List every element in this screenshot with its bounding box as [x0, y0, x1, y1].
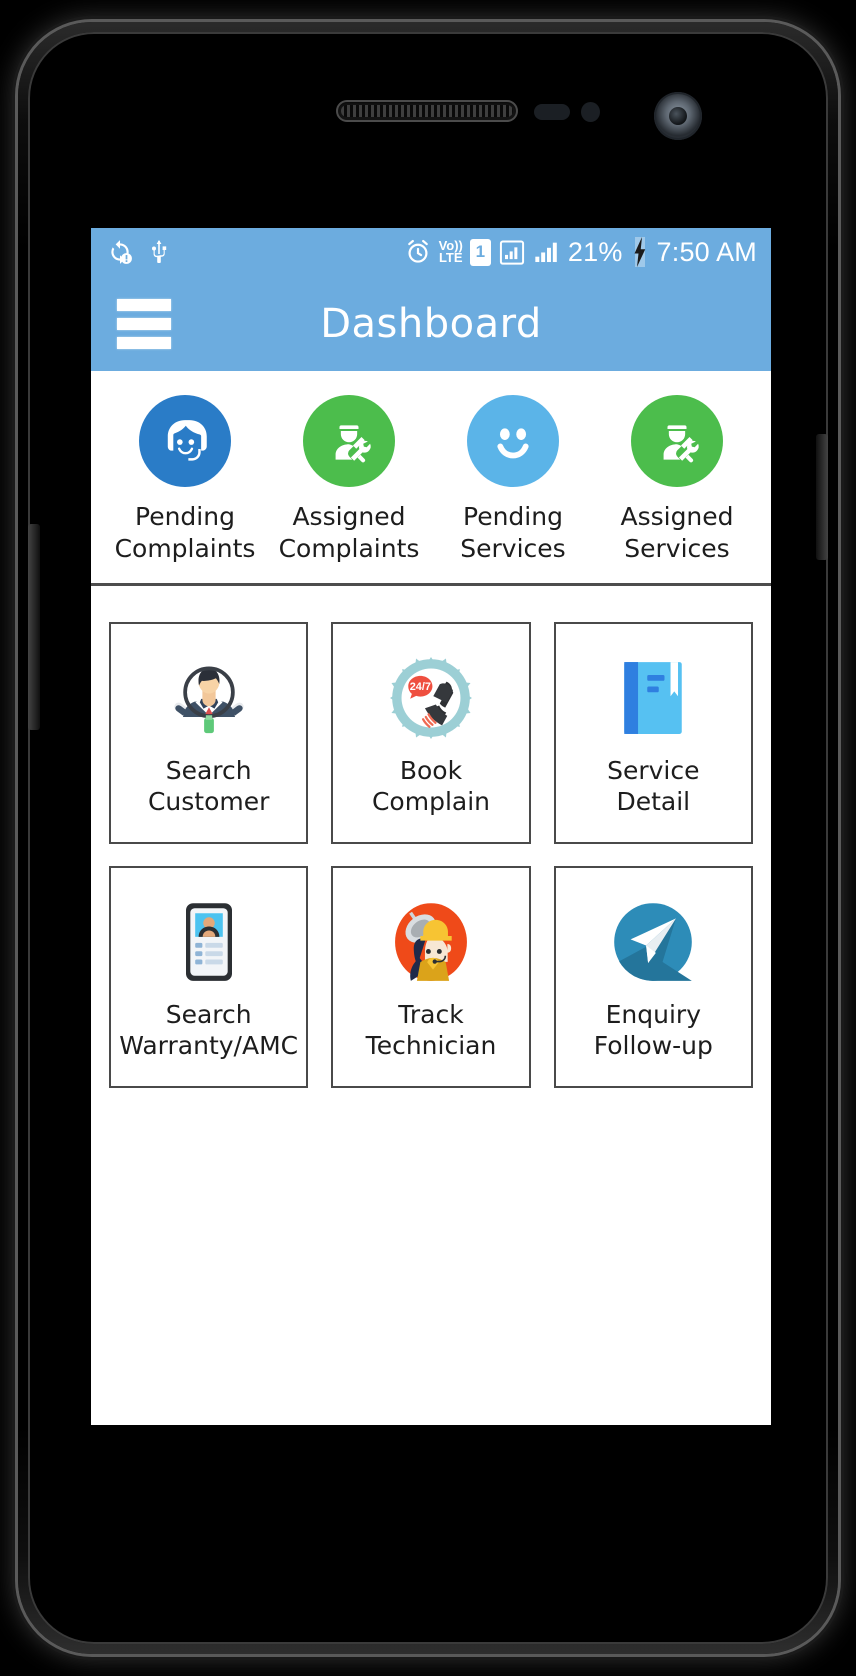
usb-icon	[152, 240, 167, 263]
tile-label: Search Customer	[147, 756, 270, 816]
tile-label: Search Warranty/AMC	[119, 1000, 299, 1060]
tile-enquiry-follow-up[interactable]: Enquiry Follow-up	[553, 866, 753, 1088]
app-bar: Dashboard	[91, 276, 771, 371]
stat-label: Assigned Complaints	[278, 502, 420, 563]
smiley-face-icon	[467, 395, 559, 487]
tile-search-warranty-amc[interactable]: Search Warranty/AMC	[109, 866, 309, 1088]
status-bar: Vo)) LTE 1 21% 7:50 AM	[91, 228, 771, 276]
stat-label: Pending Complaints	[114, 502, 256, 563]
tile-label: Service Detail	[607, 756, 700, 816]
tile-label: Track Technician	[365, 1000, 497, 1060]
stat-assigned-services[interactable]: Assigned Services	[595, 395, 759, 565]
ambient-light-sensor	[581, 102, 600, 122]
dashboard-tile-grid: Search Customer 24/7 Book Complain Servi…	[91, 586, 771, 1088]
signal-sim2-icon	[535, 242, 557, 263]
sync-problem-icon	[111, 240, 132, 264]
magnifier-businessman-icon	[159, 648, 259, 748]
signal-sim1-icon	[499, 240, 524, 265]
stat-assigned-complaints[interactable]: Assigned Complaints	[267, 395, 431, 565]
hamburger-bar-2	[117, 317, 171, 330]
tile-search-customer[interactable]: Search Customer	[109, 622, 309, 844]
blue-book-bookmark-icon	[603, 648, 703, 748]
earpiece-speaker	[336, 100, 518, 122]
stat-label: Pending Services	[460, 502, 566, 563]
technician-tools-icon	[631, 395, 723, 487]
battery-percent-label: 21%	[567, 236, 623, 267]
volte-indicator: Vo)) LTE	[438, 238, 463, 265]
tile-label: Enquiry Follow-up	[593, 1000, 713, 1060]
phone-screen: Vo)) LTE 1 21% 7:50 AM Dashboard Pending…	[91, 228, 771, 1425]
status-bar-left-icons	[107, 239, 171, 265]
power-button[interactable]	[816, 434, 828, 560]
hamburger-bar-1	[117, 298, 171, 311]
phone-bezel: Vo)) LTE 1 21% 7:50 AM Dashboard Pending…	[28, 32, 828, 1644]
clock-label: 7:50 AM	[656, 236, 757, 267]
tile-track-technician[interactable]: Track Technician	[331, 866, 531, 1088]
satellite-technician-icon	[381, 892, 481, 992]
hamburger-bar-3	[117, 336, 171, 349]
headset-agent-icon	[139, 395, 231, 487]
volume-rocker-button[interactable]	[28, 524, 40, 730]
status-bar-right-icons: Vo)) LTE 1 21% 7:50 AM	[404, 237, 757, 267]
front-camera	[654, 92, 702, 140]
proximity-sensor	[534, 104, 570, 120]
stat-pending-complaints[interactable]: Pending Complaints	[103, 395, 267, 565]
id-card-icon	[159, 892, 259, 992]
svg-text:24/7: 24/7	[410, 681, 431, 693]
phone-device-frame: Vo)) LTE 1 21% 7:50 AM Dashboard Pending…	[18, 22, 838, 1654]
page-title: Dashboard	[320, 300, 542, 347]
alarm-icon	[407, 239, 428, 263]
stat-pending-services[interactable]: Pending Services	[431, 395, 595, 565]
stat-label: Assigned Services	[620, 502, 734, 563]
24-7-phone-support-icon: 24/7	[381, 648, 481, 748]
tile-service-detail[interactable]: Service Detail	[553, 622, 753, 844]
technician-tools-icon	[303, 395, 395, 487]
tile-label: Book Complain	[371, 756, 490, 816]
hamburger-menu-icon[interactable]	[117, 292, 171, 356]
tile-book-complain[interactable]: 24/7 Book Complain	[331, 622, 531, 844]
volte-line2: LTE	[438, 250, 463, 265]
charging-bolt-icon	[634, 237, 645, 267]
dashboard-stats-row: Pending Complaints Assigned Complaints P…	[91, 371, 771, 586]
paper-plane-send-icon	[603, 892, 703, 992]
sim-1-badge: 1	[469, 238, 491, 266]
